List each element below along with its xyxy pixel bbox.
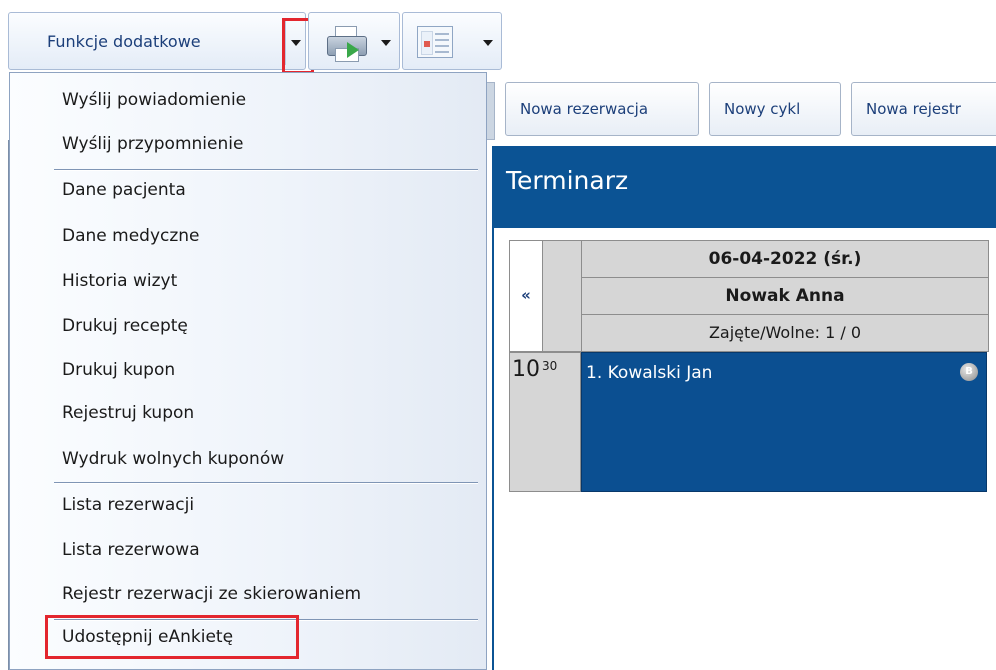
menu-item-wyslij-przypomnienie[interactable]: Wyślij przypomnienie [62, 134, 243, 154]
menu-separator [54, 482, 478, 484]
menu-item-dane-medyczne[interactable]: Dane medyczne [62, 226, 200, 246]
menu-item-drukuj-recepte[interactable]: Drukuj receptę [62, 316, 188, 336]
highlight-frame [45, 615, 299, 659]
appointment-slot[interactable]: 1. Kowalski Jan B [581, 352, 987, 492]
menu-item-dane-pacjenta[interactable]: Dane pacjenta [62, 180, 186, 200]
schedule-doctor: Nowak Anna [581, 277, 989, 315]
menu-separator [54, 169, 478, 171]
panel-title: Terminarz [506, 166, 629, 195]
menu-item-rejestruj-kupon[interactable]: Rejestruj kupon [62, 403, 194, 423]
menu-item-wyslij-powiadomienie[interactable]: Wyślij powiadomienie [62, 90, 246, 110]
new-reservation-button[interactable]: Nowa rezerwacja [505, 82, 699, 136]
previous-day-button[interactable]: « [509, 240, 543, 352]
badge-b-icon: B [960, 363, 978, 381]
chevron-down-icon[interactable] [381, 40, 391, 46]
time-cell: 10 30 [509, 352, 581, 492]
new-cycle-button[interactable]: Nowy cykl [709, 82, 841, 136]
funkcje-dodatkowe-split-button[interactable]: Funkcje dodatkowe [8, 12, 314, 74]
menu-item-rejestr-rezerwacji-ze-skierowaniem[interactable]: Rejestr rezerwacji ze skierowaniem [62, 584, 361, 604]
terminarz-header: Terminarz [492, 146, 996, 228]
chevron-down-icon[interactable] [483, 40, 493, 46]
columns-split-button[interactable] [402, 12, 502, 70]
funkcje-dodatkowe-label[interactable]: Funkcje dodatkowe [47, 32, 201, 51]
menu-item-lista-rezerwowa[interactable]: Lista rezerwowa [62, 540, 200, 560]
menu-item-historia-wizyt[interactable]: Historia wizyt [62, 271, 177, 291]
time-hour: 10 [512, 357, 540, 382]
new-registration-button[interactable]: Nowa rejestr [851, 82, 996, 136]
columns-icon[interactable] [417, 26, 453, 58]
menu-item-wydruk-wolnych-kuponow[interactable]: Wydruk wolnych kuponów [62, 449, 284, 469]
menu-item-drukuj-kupon[interactable]: Drukuj kupon [62, 360, 175, 380]
schedule-date: 06-04-2022 (śr.) [581, 240, 989, 278]
funkcje-dodatkowe-menu: Wyślij powiadomienie Wyślij przypomnieni… [9, 72, 487, 670]
panel-border [492, 228, 494, 670]
time-minute: 30 [542, 359, 558, 373]
schedule-status: Zajęte/Wolne: 1 / 0 [581, 314, 989, 352]
appointment-patient[interactable]: 1. Kowalski Jan [586, 363, 712, 383]
header-gap [543, 240, 581, 352]
printer-icon[interactable] [325, 26, 367, 62]
menu-item-lista-rezerwacji[interactable]: Lista rezerwacji [62, 495, 194, 515]
print-split-button[interactable] [308, 12, 400, 70]
